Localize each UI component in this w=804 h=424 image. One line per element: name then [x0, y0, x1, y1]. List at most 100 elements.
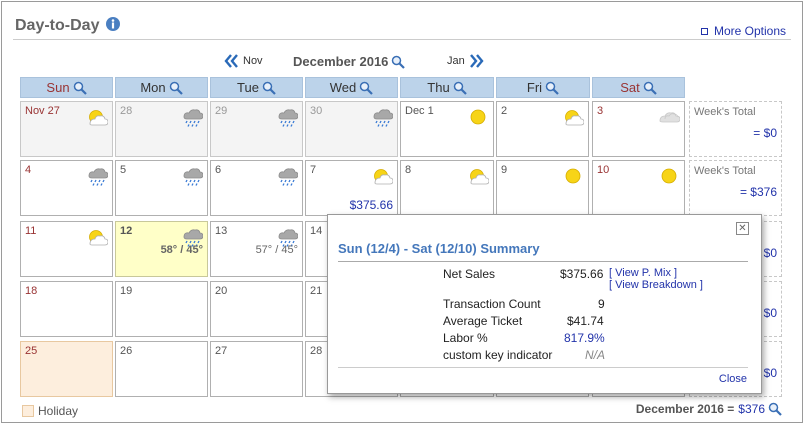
labor-percent-label: Labor %: [443, 331, 488, 345]
weather-rain-icon: [373, 109, 393, 127]
day-cell[interactable]: 4: [20, 160, 113, 216]
day-number: 21: [310, 285, 323, 297]
day-cell[interactable]: Nov 27: [20, 101, 113, 157]
popup-divider: [338, 261, 748, 262]
day-number: 6: [215, 164, 222, 176]
day-cell[interactable]: 11: [20, 221, 113, 277]
day-header-wed[interactable]: Wed: [305, 77, 398, 98]
day-number: 25: [25, 345, 38, 357]
transaction-count-value: 9: [598, 297, 605, 311]
next-month-link[interactable]: Jan: [447, 54, 484, 68]
next-month-label: Jan: [447, 55, 465, 67]
net-sales-value: $375.66: [560, 267, 604, 281]
holiday-legend: Holiday: [22, 404, 78, 418]
day-number: 10: [597, 164, 610, 176]
day-number: 30: [310, 105, 323, 117]
month-total-value[interactable]: $376: [738, 402, 765, 416]
net-sales-label: Net Sales: [443, 267, 496, 281]
day-header-fri[interactable]: Fri: [496, 77, 590, 98]
day-cell[interactable]: 30: [305, 101, 398, 157]
day-cell[interactable]: 19: [115, 281, 208, 337]
day-cell[interactable]: 26: [115, 341, 208, 397]
day-cell[interactable]: 3: [592, 101, 685, 157]
day-cell[interactable]: 7 $375.66: [305, 160, 398, 216]
day-number: 5: [120, 164, 127, 176]
popup-title: Sun (12/4) - Sat (12/10) Summary: [338, 241, 540, 256]
month-search-icon[interactable]: [391, 55, 406, 69]
day-cell[interactable]: 5: [115, 160, 208, 216]
day-number: 28: [310, 345, 323, 357]
day-number: 4: [25, 164, 32, 176]
average-ticket-label: Average Ticket: [443, 314, 523, 328]
close-icon[interactable]: ✕: [736, 222, 749, 235]
double-chevron-right-icon: [469, 54, 484, 68]
double-chevron-left-icon: [224, 54, 238, 68]
weather-partly-sunny-icon: [565, 110, 584, 126]
day-cell[interactable]: 18: [20, 281, 113, 337]
day-cell[interactable]: 27: [210, 341, 303, 397]
day-cell[interactable]: 20: [210, 281, 303, 337]
week-total-label: Week's Total: [694, 106, 756, 118]
day-search-icon: [169, 81, 183, 95]
temperature: 58° / 45°: [160, 244, 203, 256]
day-number: 13: [215, 225, 228, 237]
weather-rain-icon: [88, 168, 108, 186]
day-number: 18: [25, 285, 38, 297]
more-options-label: More Options: [714, 24, 787, 38]
day-number: 26: [120, 345, 133, 357]
day-header-sun[interactable]: Sun: [20, 77, 113, 98]
month-total: December 2016 = $376: [636, 402, 782, 416]
holiday-legend-label: Holiday: [38, 404, 79, 418]
day-header-mon[interactable]: Mon: [115, 77, 208, 98]
day-number: 19: [120, 285, 133, 297]
day-cell[interactable]: 25: [20, 341, 113, 397]
day-header-label: Wed: [329, 80, 357, 95]
view-pmix-link[interactable]: [ View P. Mix ]: [609, 267, 677, 279]
weather-rain-icon: [278, 168, 298, 186]
custom-key-indicator-value: N/A: [585, 348, 606, 362]
day-cell[interactable]: 8: [400, 160, 494, 216]
day-cell[interactable]: 13 57° / 45°: [210, 221, 303, 277]
page-title: Day-to-Day: [15, 17, 100, 34]
weather-sunny-icon: [565, 168, 581, 184]
day-cell[interactable]: Dec 1: [400, 101, 494, 157]
day-number: 8: [405, 164, 412, 176]
day-search-icon: [453, 81, 467, 95]
day-header-thu[interactable]: Thu: [400, 77, 494, 98]
view-breakdown-link[interactable]: [ View Breakdown ]: [609, 279, 703, 291]
day-search-icon: [262, 81, 276, 95]
more-options-link[interactable]: More Options: [701, 24, 786, 38]
week-total-cell: Week's Total = $376: [689, 160, 782, 216]
day-cell[interactable]: 28: [115, 101, 208, 157]
month-total-search-icon[interactable]: [768, 402, 782, 416]
day-cell[interactable]: 29: [210, 101, 303, 157]
weather-cloudy-icon: [659, 112, 680, 123]
day-header-sat[interactable]: Sat: [592, 77, 685, 98]
week-total-value[interactable]: $0: [764, 366, 777, 380]
day-search-icon: [643, 81, 657, 95]
day-cell[interactable]: 10: [592, 160, 685, 216]
week-total-value[interactable]: = $376: [740, 185, 777, 199]
day-sales-amount[interactable]: $375.66: [350, 198, 393, 212]
day-number: 14: [310, 225, 323, 237]
day-header-tue[interactable]: Tue: [210, 77, 303, 98]
more-options-icon: [701, 27, 708, 35]
day-cell[interactable]: 9: [496, 160, 589, 216]
info-icon[interactable]: [105, 16, 121, 32]
week-total-value[interactable]: = $0: [753, 126, 777, 140]
day-number: Dec 1: [405, 105, 434, 117]
weather-partly-sunny-icon: [89, 110, 108, 126]
prev-month-label: Nov: [243, 55, 263, 67]
day-number: 11: [25, 225, 37, 237]
day-number: 29: [215, 105, 228, 117]
day-cell[interactable]: 12 58° / 45°: [115, 221, 208, 277]
day-number: 9: [501, 164, 508, 176]
day-cell[interactable]: 2: [496, 101, 589, 157]
weather-partly-sunny-icon: [89, 230, 108, 246]
week-total-value[interactable]: $0: [764, 246, 777, 260]
prev-month-link[interactable]: Nov: [224, 54, 263, 68]
close-link[interactable]: Close: [719, 373, 747, 385]
labor-percent-value[interactable]: 817.9%: [564, 331, 605, 345]
day-cell[interactable]: 6: [210, 160, 303, 216]
week-total-value[interactable]: $0: [764, 306, 777, 320]
